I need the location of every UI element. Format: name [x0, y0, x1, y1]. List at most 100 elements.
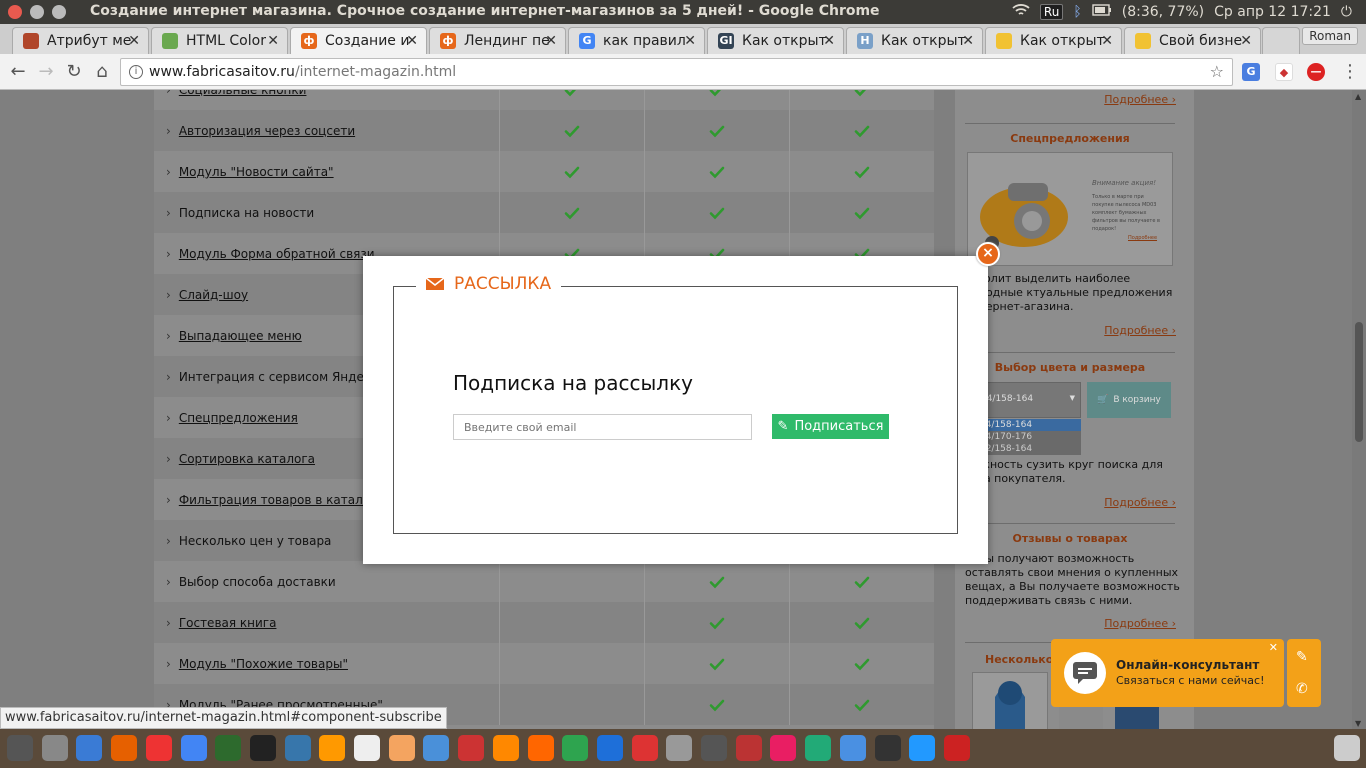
feature-name[interactable]: › Авторизация через соцсети [154, 124, 499, 138]
tab-8[interactable]: Как открыт ✕ [985, 27, 1122, 54]
more-link[interactable]: Подробнее › [1104, 617, 1176, 630]
more-link[interactable]: Подробнее › [1104, 93, 1176, 106]
home-icon[interactable]: ⌂ [90, 60, 114, 84]
feature-label[interactable]: Слайд-шоу [179, 288, 248, 302]
more-link[interactable]: Подробнее › [1104, 324, 1176, 337]
keyboard-layout-indicator[interactable]: Ru [1039, 4, 1064, 20]
new-tab-button[interactable] [1262, 27, 1300, 54]
feature-label[interactable]: Модуль "Новости сайта" [179, 165, 334, 179]
dock-app-icon[interactable] [215, 735, 242, 761]
bluetooth-icon[interactable]: ᛒ [1073, 4, 1081, 20]
close-tab-icon[interactable]: ✕ [962, 33, 974, 49]
dock-app-icon[interactable] [180, 735, 207, 761]
shield-extension-icon[interactable]: ◆ [1275, 63, 1293, 81]
dock-app-icon[interactable] [492, 735, 519, 761]
scrollbar[interactable]: ▲ ▼ [1352, 90, 1366, 730]
dock-app-icon[interactable] [909, 735, 936, 761]
window-maximize-button[interactable] [52, 5, 66, 19]
more-link[interactable]: Подробнее › [1104, 496, 1176, 509]
dock-app-icon[interactable] [41, 735, 68, 761]
dock-app-icon[interactable] [839, 735, 866, 761]
feature-label[interactable]: Авторизация через соцсети [179, 124, 355, 138]
power-icon[interactable]: ⏻ [1341, 4, 1352, 20]
info-icon[interactable]: i [129, 65, 143, 79]
scroll-down-icon[interactable]: ▼ [1355, 719, 1361, 728]
dock-app-icon[interactable] [249, 735, 276, 761]
dock-app-icon[interactable] [562, 735, 589, 761]
feature-name[interactable]: › Социальные кнопки [154, 90, 499, 97]
address-bar[interactable]: i www.fabricasaitov.ru/internet-magazin.… [120, 58, 1233, 86]
scroll-up-icon[interactable]: ▲ [1355, 92, 1361, 101]
dock-app-icon[interactable] [111, 735, 138, 761]
add-to-cart-button[interactable]: 🛒 В корзину [1087, 382, 1171, 418]
close-tab-icon[interactable]: ✕ [545, 33, 557, 49]
dock-app-icon[interactable] [770, 735, 797, 761]
dock-app-icon[interactable] [735, 735, 762, 761]
menu-icon[interactable]: ⋮ [1338, 60, 1362, 84]
feature-label[interactable]: Фильтрация товаров в каталоге [179, 493, 384, 507]
tab-3[interactable]: ф Создание и ✕ [290, 27, 427, 54]
feature-name[interactable]: › Гостевая книга [154, 616, 499, 630]
wifi-icon[interactable] [1012, 3, 1030, 21]
edit-icon[interactable]: ✎ [1296, 649, 1308, 665]
tab-5[interactable]: Gкак правил ✕ [568, 27, 705, 54]
tab-1[interactable]: Атрибут ме ✕ [12, 27, 149, 54]
close-tab-icon[interactable]: ✕ [684, 33, 696, 49]
trash-icon[interactable] [1334, 735, 1360, 761]
close-tab-icon[interactable]: ✕ [1101, 33, 1113, 49]
dock-app-icon[interactable] [943, 735, 970, 761]
window-minimize-button[interactable] [30, 5, 44, 19]
dock-app-icon[interactable] [874, 735, 901, 761]
close-tab-icon[interactable]: ✕ [128, 33, 140, 49]
dock-app-icon[interactable] [7, 735, 33, 761]
online-consultant-widget[interactable]: Онлайн-консультант Связаться с нами сейч… [1051, 639, 1284, 707]
dock-app-icon[interactable] [319, 735, 346, 761]
email-field[interactable] [453, 414, 752, 440]
translate-extension-icon[interactable]: G [1242, 63, 1260, 81]
tab-7[interactable]: H Как открыт ✕ [846, 27, 983, 54]
window-close-button[interactable] [8, 5, 22, 19]
feature-label[interactable]: Социальные кнопки [179, 90, 307, 97]
feature-label[interactable]: Модуль Форма обратной связи [179, 247, 375, 261]
feature-label[interactable]: Модуль "Похожие товары" [179, 657, 348, 671]
clock[interactable]: Ср апр 12 17:21 [1214, 4, 1331, 20]
feature-name[interactable]: › Модуль "Похожие товары" [154, 657, 499, 671]
tab-2[interactable]: HTML Color ✕ [151, 27, 288, 54]
dock-app-icon[interactable] [596, 735, 623, 761]
phone-icon[interactable]: ✆ [1296, 681, 1308, 697]
tab-9[interactable]: Свой бизне ✕ [1124, 27, 1261, 54]
adblock-extension-icon[interactable]: — [1307, 63, 1325, 81]
subscribe-button[interactable]: ✎ Подписаться [772, 414, 889, 439]
dock-app-icon[interactable] [145, 735, 172, 761]
close-tab-icon[interactable]: ✕ [823, 33, 835, 49]
close-tab-icon[interactable]: ✕ [1240, 33, 1252, 49]
dock-app-icon[interactable] [527, 735, 554, 761]
close-icon[interactable]: ✕ [1269, 641, 1278, 654]
feature-label[interactable]: Спецпредложения [179, 411, 298, 425]
dock-app-icon[interactable] [666, 735, 693, 761]
profile-button[interactable]: Roman [1302, 27, 1358, 45]
close-tab-icon[interactable]: ✕ [267, 33, 279, 49]
dock-app-icon[interactable] [458, 735, 485, 761]
forward-icon[interactable]: → [34, 60, 58, 84]
dock-app-icon[interactable] [423, 735, 450, 761]
close-icon[interactable]: × [976, 242, 1000, 266]
tab-4[interactable]: ф Лендинг пе ✕ [429, 27, 566, 54]
promo-link[interactable]: Подробнее [1128, 235, 1157, 241]
dock-app-icon[interactable] [284, 735, 311, 761]
close-tab-icon[interactable]: ✕ [406, 33, 418, 49]
dock-app-icon[interactable] [631, 735, 658, 761]
dock-app-icon[interactable] [354, 735, 380, 761]
feature-label[interactable]: Гостевая книга [179, 616, 277, 630]
feature-name[interactable]: › Модуль "Новости сайта" [154, 165, 499, 179]
product-thumbnail[interactable] [972, 672, 1048, 730]
dock-app-icon[interactable] [701, 735, 727, 761]
dock-app-icon[interactable] [805, 735, 832, 761]
reload-icon[interactable]: ↻ [62, 60, 86, 84]
scrollbar-thumb[interactable] [1355, 322, 1363, 442]
feature-label[interactable]: Сортировка каталога [179, 452, 315, 466]
feature-label[interactable]: Выпадающее меню [179, 329, 302, 343]
battery-icon[interactable] [1092, 4, 1112, 20]
dock-app-icon[interactable] [388, 735, 415, 761]
back-icon[interactable]: ← [6, 60, 30, 84]
